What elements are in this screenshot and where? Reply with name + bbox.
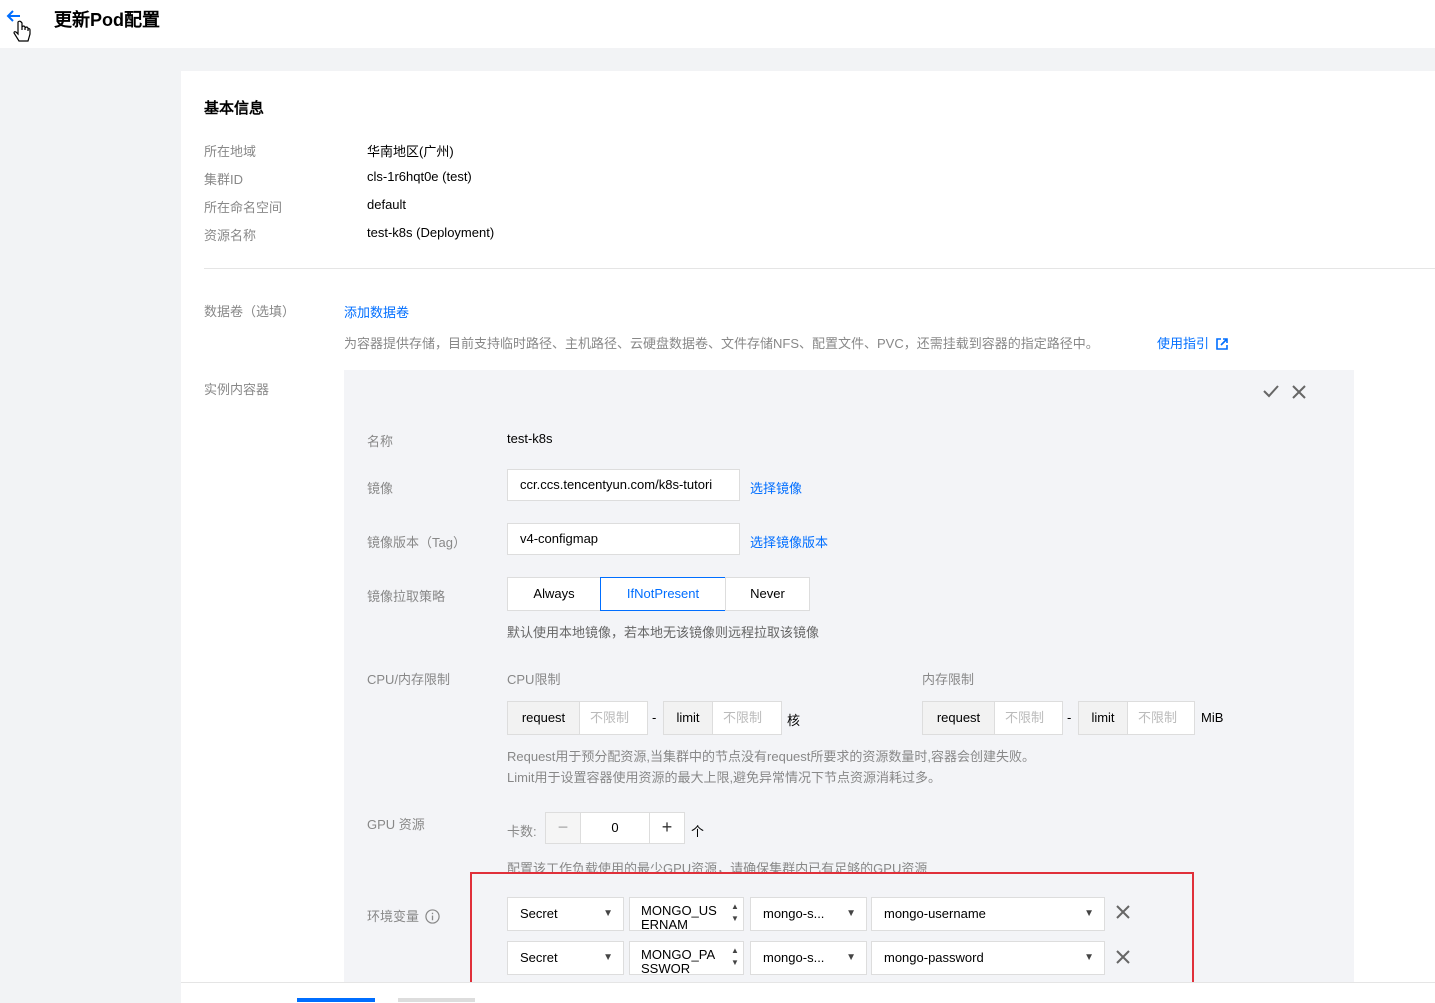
env-label: 环境变量: [367, 906, 440, 927]
cpu-limit-title: CPU限制: [507, 672, 561, 687]
cluster-id-label: 集群ID: [204, 172, 244, 187]
add-volume-link[interactable]: 添加数据卷: [344, 302, 409, 321]
cpu-request-addon: request: [507, 701, 580, 735]
cpu-range-dash: -: [652, 710, 657, 725]
gpu-unit: 个: [691, 824, 705, 839]
divider: [204, 268, 1435, 269]
page-title: 更新Pod配置: [54, 10, 160, 30]
guide-link[interactable]: 使用指引: [1157, 333, 1228, 353]
cpu-limit-input[interactable]: 不限制: [712, 701, 782, 735]
top-bar: 更新Pod配置: [0, 0, 1435, 48]
external-link-icon: [1215, 338, 1228, 353]
resource-name-value: test-k8s (Deployment): [367, 225, 495, 240]
gpu-increment-button[interactable]: +: [649, 812, 685, 844]
pull-policy-hint: 默认使用本地镜像，若本地无该镜像则远程拉取该镜像: [507, 625, 820, 640]
container-name-value: test-k8s: [507, 431, 553, 446]
pull-option-never[interactable]: Never: [725, 577, 810, 611]
volumes-hint: 为容器提供存储，目前支持临时路径、主机路径、云硬盘数据卷、文件存储NFS、配置文…: [344, 336, 1099, 351]
mem-unit: MiB: [1201, 710, 1224, 725]
guide-link-label[interactable]: 使用指引: [1157, 336, 1209, 351]
cancel-button[interactable]: [398, 998, 475, 1002]
mem-request-addon: request: [922, 701, 995, 735]
region-label: 所在地域: [204, 144, 257, 159]
cpu-unit: 核: [787, 713, 801, 728]
pull-option-always[interactable]: Always: [507, 577, 601, 611]
gpu-card-label: 卡数:: [507, 824, 537, 839]
select-tag-link[interactable]: 选择镜像版本: [750, 532, 828, 551]
info-icon[interactable]: [424, 909, 440, 927]
mem-request-input[interactable]: 不限制: [994, 701, 1063, 735]
cpu-request-input[interactable]: 不限制: [579, 701, 648, 735]
gpu-count-input[interactable]: 0: [580, 812, 650, 844]
hand-cursor-icon: [12, 20, 34, 46]
limits-hint-limit: Limit用于设置容器使用资源的最大上限,避免异常情况下节点资源消耗过多。: [507, 770, 942, 785]
region-value: 华南地区(广州): [367, 144, 454, 159]
resource-name-label: 资源名称: [204, 228, 257, 243]
mem-range-dash: -: [1067, 710, 1072, 725]
cpu-limit-addon: limit: [663, 701, 713, 735]
pull-option-ifnotpresent[interactable]: IfNotPresent: [600, 577, 726, 611]
highlight-box: [470, 872, 1194, 989]
namespace-label: 所在命名空间: [204, 200, 283, 215]
image-input[interactable]: ccr.ccs.tencentyun.com/k8s-tutori: [507, 469, 740, 501]
image-label: 镜像: [367, 481, 394, 496]
env-label-text: 环境变量: [367, 909, 420, 924]
cluster-id-value: cls-1r6hqt0e (test): [367, 169, 472, 184]
gpu-decrement-button[interactable]: −: [545, 812, 581, 844]
containers-label: 实例内容器: [204, 382, 270, 397]
gpu-label: GPU 资源: [367, 817, 425, 832]
volumes-label: 数据卷（选填）: [204, 304, 296, 319]
close-icon[interactable]: [1290, 383, 1308, 407]
tag-label: 镜像版本（Tag）: [367, 535, 466, 550]
section-title-basic-info: 基本信息: [204, 100, 265, 117]
pull-policy-label: 镜像拉取策略: [367, 589, 446, 604]
limits-hint-request: Request用于预分配资源,当集群中的节点没有request所要求的资源数量时…: [507, 749, 1036, 764]
namespace-value: default: [367, 197, 407, 212]
limits-label: CPU/内存限制: [367, 672, 451, 687]
check-icon[interactable]: [1261, 381, 1281, 407]
mem-limit-input[interactable]: 不限制: [1127, 701, 1195, 735]
tag-input[interactable]: v4-configmap: [507, 523, 740, 555]
select-image-link[interactable]: 选择镜像: [750, 478, 802, 497]
container-name-label: 名称: [367, 434, 394, 449]
gpu-hint: 配置该工作负载使用的最少GPU资源，请确保集群内已有足够的GPU资源: [507, 861, 928, 872]
mem-limit-title: 内存限制: [922, 672, 975, 687]
mem-limit-addon: limit: [1078, 701, 1128, 735]
submit-button[interactable]: [297, 998, 375, 1002]
